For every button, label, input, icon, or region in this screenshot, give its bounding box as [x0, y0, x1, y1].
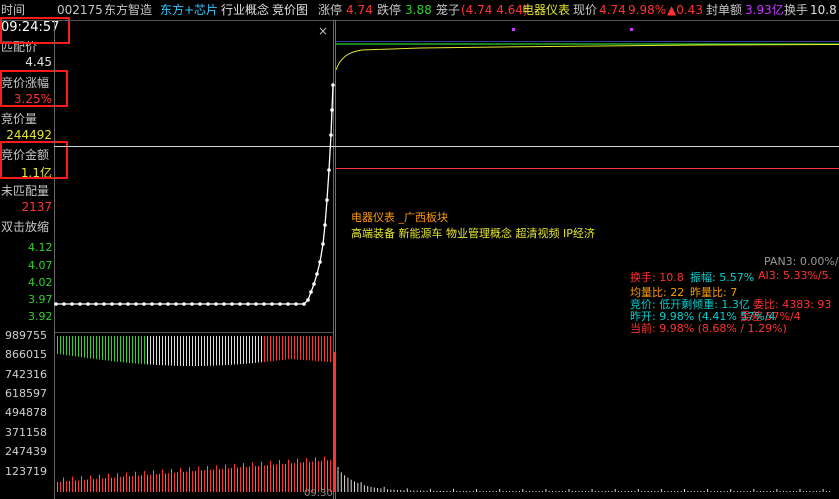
auction-price-dot [270, 302, 274, 306]
auction-price-dot [174, 302, 178, 306]
concepts-note: 高端装备 新能源车 物业管理概念 超清视频 IP经济 [351, 227, 595, 240]
auction-price-dot [222, 302, 226, 306]
auction-price-dot [78, 302, 82, 306]
auction-price-dot [230, 302, 234, 306]
auction-price-dot [70, 302, 74, 306]
auction-price-dot [86, 302, 90, 306]
auction-chart[interactable] [0, 0, 839, 499]
auction-price-dot [330, 108, 334, 112]
auction-price-dot [329, 133, 333, 137]
auction-price-dot [182, 302, 186, 306]
signal-marker [630, 28, 633, 31]
auction-price-dot [278, 302, 282, 306]
auction-price-dot [62, 302, 66, 306]
auction-price-dot [323, 223, 327, 227]
auction-price-dot [118, 302, 122, 306]
auction-price-dot [321, 242, 325, 246]
auction-price-dot [309, 290, 313, 294]
auction-price-dot [262, 302, 266, 306]
auction-price-dot [318, 260, 322, 264]
auction-price-dot [331, 83, 335, 87]
auction-price-dot [315, 272, 319, 276]
auction-price-dot [286, 302, 290, 306]
auction-price-dot [327, 168, 331, 172]
auction-price-dot [302, 302, 306, 306]
auction-price-dot [126, 302, 130, 306]
amplitude-line: 振幅: 5.57% [690, 271, 755, 284]
average-price-line [335, 44, 839, 71]
after-open-volume [337, 467, 831, 492]
ai3-line: AI3: 5.33%/5. [758, 269, 833, 282]
auction-price-line [56, 84, 334, 305]
auction-price-dot [325, 198, 329, 202]
auction-price-dot [94, 302, 98, 306]
auction-price-dot [306, 298, 310, 302]
auction-price-dot [198, 302, 202, 306]
turnover-line: 换手: 10.8 [630, 271, 684, 284]
auction-price-dot [150, 302, 154, 306]
auction-price-curve [54, 83, 335, 306]
current-line: 当前: 9.98% (8.68% / 1.29%) [630, 322, 787, 335]
sector-note: 电器仪表 _广西板块 [351, 211, 448, 224]
open-volume-bar [333, 352, 335, 492]
close-icon[interactable]: × [318, 24, 328, 38]
auction-price-dot [294, 302, 298, 306]
auction-price-dot [190, 302, 194, 306]
auction-price-dot [238, 302, 242, 306]
auction-price-dot [312, 282, 316, 286]
signal-marker [512, 28, 515, 31]
auction-price-dot [166, 302, 170, 306]
auction-price-dot [254, 302, 258, 306]
auction-price-dot [110, 302, 114, 306]
auction-price-dot [134, 302, 138, 306]
indicator-name: PAN3: 0.00%/0. [764, 255, 839, 268]
auction-price-dot [246, 302, 250, 306]
volume-bars [57, 336, 335, 492]
auction-price-dot [142, 302, 146, 306]
auction-price-dot [158, 302, 162, 306]
auction-price-dot [102, 302, 106, 306]
auction-price-dot [214, 302, 218, 306]
auction-price-dot [206, 302, 210, 306]
auction-price-dot [54, 302, 58, 306]
bottom-time-label: 09:30 [304, 488, 333, 499]
